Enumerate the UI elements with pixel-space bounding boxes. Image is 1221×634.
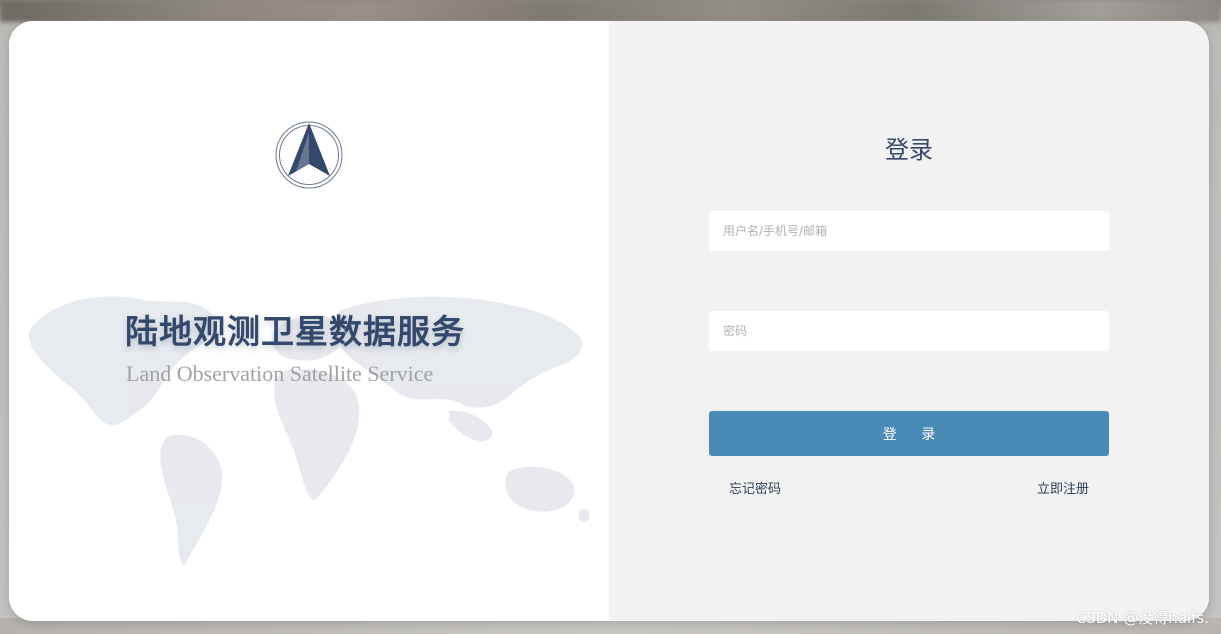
register-link[interactable]: 立即注册 — [1037, 478, 1089, 497]
login-panel: 登录 登 录 忘记密码 立即注册 — [609, 21, 1209, 621]
watermark: CSDN @没得halfs. — [1075, 609, 1209, 627]
brand-title-cn: 陆地观测卫星数据服务 — [125, 312, 465, 351]
compass-arrow-icon — [275, 121, 343, 189]
brand-panel: 陆地观测卫星数据服务 Land Observation Satellite Se… — [9, 21, 609, 621]
password-input[interactable] — [709, 311, 1109, 351]
brand-title-en: Land Observation Satellite Service — [126, 361, 434, 386]
login-button[interactable]: 登 录 — [709, 411, 1109, 456]
username-input[interactable] — [709, 211, 1109, 251]
forgot-password-link[interactable]: 忘记密码 — [729, 478, 781, 497]
login-title: 登录 — [885, 136, 933, 164]
background-top — [0, 0, 1221, 22]
login-card: 陆地观测卫星数据服务 Land Observation Satellite Se… — [9, 21, 1209, 621]
